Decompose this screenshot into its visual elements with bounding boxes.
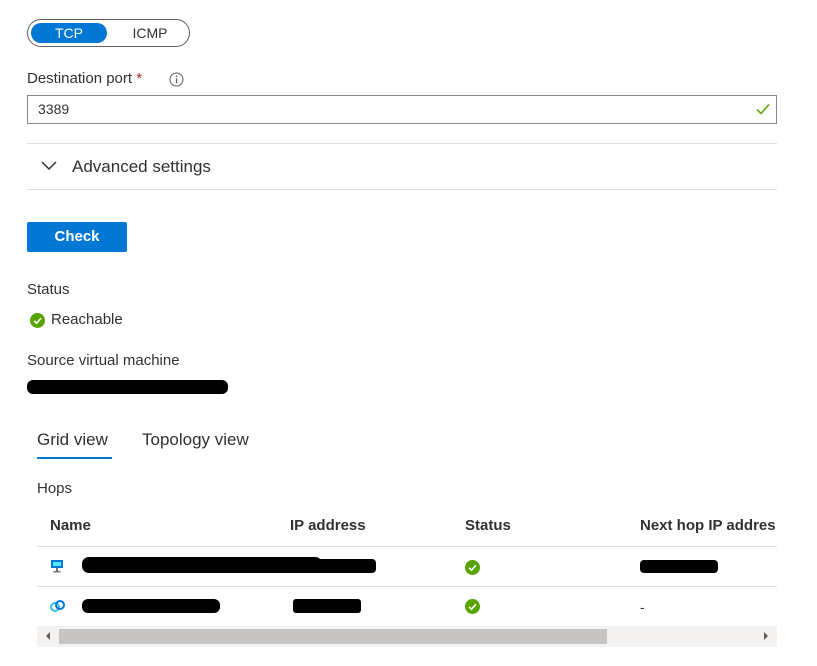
source-vm-link[interactable] [27,380,228,394]
status-value: Reachable [51,311,123,328]
hop-next-hop-ip: - [640,599,645,615]
column-header-status[interactable]: Status [465,517,511,534]
hop-ip-address [290,559,376,573]
check-button[interactable]: Check [27,222,127,252]
hops-title: Hops [37,480,73,497]
table-row[interactable] [37,547,777,586]
destination-port-input[interactable]: 3389 [27,95,777,124]
destination-port-label: Destination port * [27,70,142,87]
column-header-next-hop[interactable]: Next hop IP addres [640,517,777,534]
column-header-name[interactable]: Name [50,517,91,534]
table-row[interactable]: - [37,587,777,626]
horizontal-scrollbar[interactable] [37,626,777,647]
scroll-right-icon[interactable] [761,630,771,642]
hop-ip-address [293,599,361,613]
chevron-down-icon[interactable] [40,159,58,173]
scroll-left-icon[interactable] [43,630,53,642]
hop-name-link[interactable] [82,599,220,613]
tab-grid-view[interactable]: Grid view [37,430,108,450]
protocol-toggle[interactable]: TCP ICMP [27,19,190,47]
tab-active-indicator [37,457,112,459]
advanced-settings-toggle[interactable]: Advanced settings [72,157,211,177]
destination-port-label-text: Destination port [27,70,133,87]
hop-next-hop-ip [640,560,718,573]
hop-name-link[interactable] [82,557,322,573]
hop-status-ok-icon [465,560,480,575]
protocol-option-tcp[interactable]: TCP [31,23,107,43]
network-interface-icon [50,600,65,612]
scrollbar-thumb[interactable] [59,629,607,644]
source-vm-label: Source virtual machine [27,352,180,369]
protocol-option-icmp[interactable]: ICMP [114,23,186,43]
virtual-machine-icon [51,560,63,573]
required-marker: * [136,70,143,87]
column-header-ip-address[interactable]: IP address [290,517,366,534]
valid-check-icon [756,104,770,115]
status-label: Status [27,281,70,298]
hop-status-ok-icon [465,599,480,614]
info-icon[interactable] [169,72,184,87]
divider-top [27,143,777,144]
reachable-status-icon [30,313,45,328]
tab-topology-view[interactable]: Topology view [142,430,249,450]
divider-bottom [27,189,777,190]
